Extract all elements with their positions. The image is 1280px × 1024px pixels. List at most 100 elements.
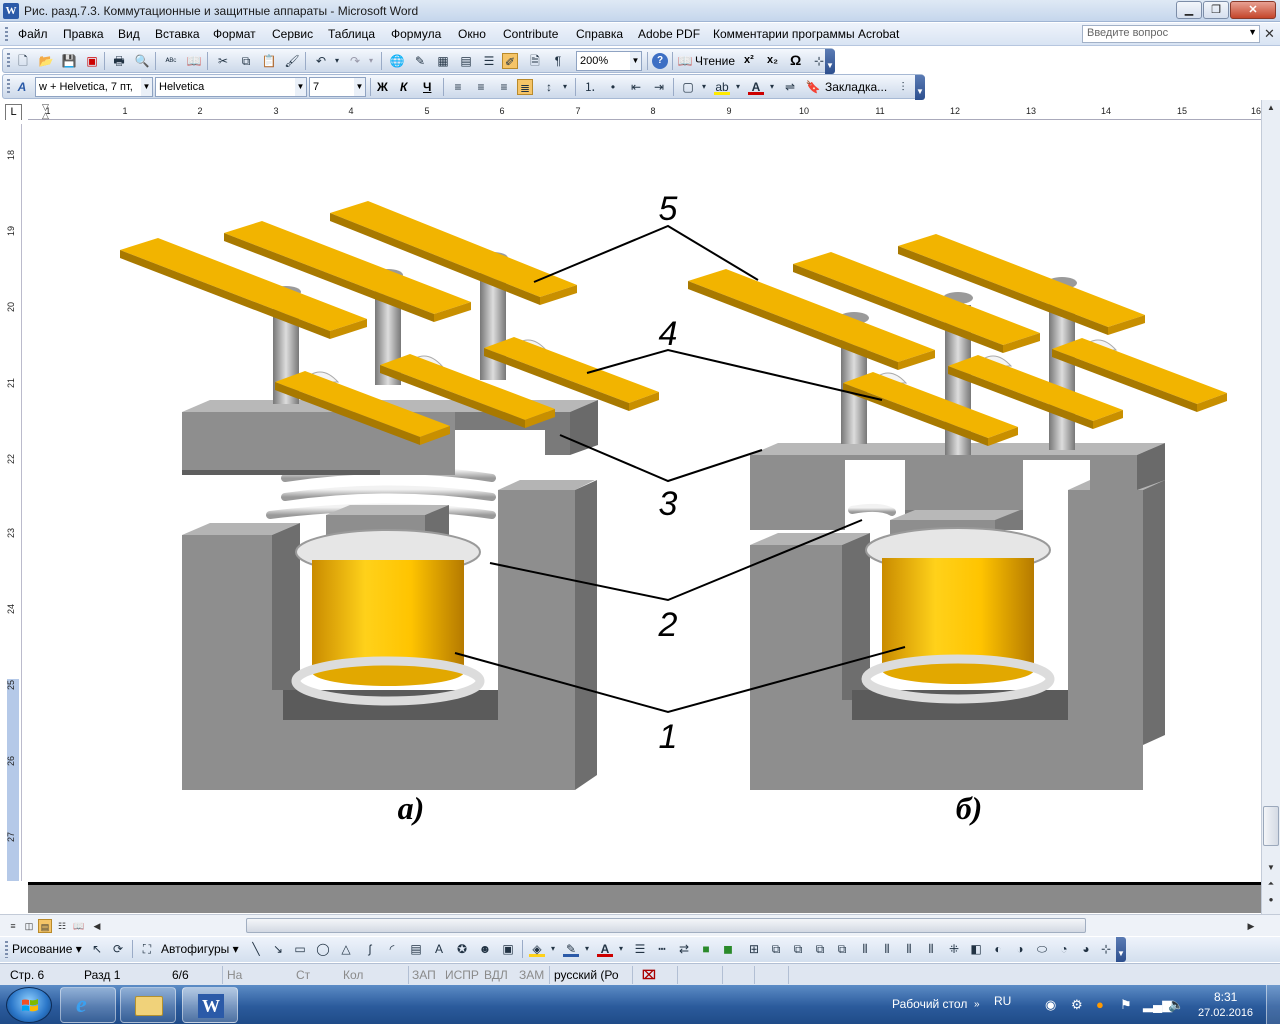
reading-layout-icon[interactable]: 📖 (72, 919, 86, 933)
status-page[interactable]: Стр. 6 (10, 968, 44, 982)
status-trk[interactable]: ИСПР (445, 968, 479, 982)
reading-label[interactable]: Чтение (695, 54, 735, 68)
scroll-right-icon[interactable]: ▶ (1244, 919, 1258, 933)
format-painter-icon[interactable]: 🖌 (284, 53, 300, 69)
superscript-button[interactable]: x² (744, 54, 754, 66)
cut-icon[interactable]: ✂ (215, 53, 231, 69)
fill-color-dropdown-icon[interactable]: ▾ (545, 941, 561, 957)
show-desktop-button[interactable] (1266, 985, 1280, 1024)
menu-format[interactable]: Формат (213, 27, 256, 41)
paste-icon[interactable]: 📋 (261, 53, 277, 69)
desktop-chevron-icon[interactable]: » (974, 999, 980, 1010)
reading-icon[interactable]: 📖 (677, 53, 693, 69)
3d-icon[interactable]: ◼ (720, 941, 736, 957)
print-preview-icon[interactable]: 🔍 (134, 53, 150, 69)
arrow-style-icon[interactable]: ⇄ (676, 941, 692, 957)
draw-tool-icon-5[interactable]: ⧉ (834, 941, 850, 957)
columns-icon[interactable]: ☰ (481, 53, 497, 69)
status-col[interactable]: Кол (343, 968, 363, 982)
status-ext[interactable]: ВДЛ (484, 968, 508, 982)
insert-table-icon[interactable]: ▦ (435, 53, 451, 69)
menu-acrobat-comments[interactable]: Комментарии программы Acrobat (713, 27, 899, 41)
font-combo[interactable]: Helvetica ▼ (155, 77, 307, 97)
menu-window[interactable]: Окно (458, 27, 486, 41)
line-icon[interactable]: ╲ (248, 941, 264, 957)
nudge-icon[interactable]: ◕ (1078, 941, 1094, 957)
tray-icon-1[interactable]: ◉ (1045, 997, 1056, 1013)
taskbar-ie[interactable]: e (60, 987, 116, 1023)
hyperlink-icon[interactable]: 🌐 (389, 53, 405, 69)
style-combo[interactable]: w + Helvetica, 7 пт, ▼ (35, 77, 153, 97)
align-left-icon[interactable]: ≡ (450, 79, 466, 95)
justify-icon[interactable]: ≣ (517, 79, 533, 95)
status-pages[interactable]: 6/6 (172, 968, 189, 982)
style-dropdown-icon[interactable]: ▼ (141, 78, 152, 96)
zoom-combo[interactable]: 200% ▼ (576, 51, 642, 71)
insert-excel-icon[interactable]: ▤ (458, 53, 474, 69)
order-icon[interactable]: ◧ (968, 941, 984, 957)
toolbar-extra-icon[interactable]: ⫶ (895, 79, 911, 95)
vertical-ruler[interactable]: 18 19 20 21 22 23 24 25 26 27 (5, 124, 22, 881)
underline-button[interactable]: Ч (423, 80, 431, 94)
start-button[interactable] (6, 987, 52, 1023)
line-spacing-dropdown-icon[interactable]: ▾ (557, 79, 573, 95)
clipart-icon[interactable]: ☻ (477, 941, 493, 957)
rotate-icon[interactable]: ⟳ (110, 941, 126, 957)
align-icon-1[interactable]: ⫴ (857, 941, 873, 957)
line-spacing-icon[interactable]: ↕ (541, 79, 557, 95)
wordart-icon[interactable]: A (431, 941, 447, 957)
regroup-icon[interactable]: ◔ (1056, 941, 1072, 957)
oval-icon[interactable]: ◯ (315, 941, 331, 957)
vertical-scrollbar[interactable]: ▲ ▼ ⏶ ● (1261, 100, 1280, 915)
autoshapes-menu[interactable]: Автофигуры ▾ (161, 942, 239, 956)
bullets-icon[interactable]: • (605, 79, 621, 95)
horizontal-scroll-thumb[interactable] (246, 918, 1086, 933)
align-icon-3[interactable]: ⫴ (901, 941, 917, 957)
highlight-icon[interactable]: ab (714, 79, 730, 95)
toolbar-options-chevron-icon[interactable]: ▼ (915, 75, 925, 100)
fill-color-icon[interactable]: ◈ (529, 941, 545, 957)
save-icon[interactable]: 💾 (61, 53, 77, 69)
font-color-draw-dropdown-icon[interactable]: ▾ (613, 941, 629, 957)
redo-dropdown-icon[interactable]: ▾ (363, 53, 379, 69)
toolbar-grip[interactable] (5, 941, 8, 958)
open-icon[interactable]: 📂 (38, 53, 54, 69)
help-icon[interactable]: ? (652, 53, 668, 69)
ask-question-input[interactable]: Введите вопрос ▼ (1082, 25, 1260, 43)
highlight-dropdown-icon[interactable]: ▾ (730, 79, 746, 95)
desktop-toolbar-label[interactable]: Рабочий стол (892, 997, 967, 1011)
undo-dropdown-icon[interactable]: ▾ (329, 53, 345, 69)
canvas-icon[interactable]: ⛶ (139, 941, 155, 957)
menu-edit[interactable]: Правка (63, 27, 104, 41)
arrow-icon[interactable]: ↘ (270, 941, 286, 957)
tables-borders-icon[interactable]: ✎ (412, 53, 428, 69)
status-line[interactable]: Ст (296, 968, 310, 982)
line-color-dropdown-icon[interactable]: ▾ (579, 941, 595, 957)
draw-tool-icon-2[interactable]: ⧉ (768, 941, 784, 957)
ask-dropdown-icon[interactable]: ▼ (1248, 27, 1257, 37)
distribute-icon[interactable]: ⁜ (946, 941, 962, 957)
font-color-icon[interactable]: A (748, 79, 764, 95)
action-center-flag-icon[interactable]: ⚑ (1120, 997, 1132, 1013)
research-icon[interactable]: 📖 (186, 53, 202, 69)
decrease-indent-icon[interactable]: ⇤ (628, 79, 644, 95)
subscript-button[interactable]: x₂ (767, 54, 778, 66)
taskbar-explorer[interactable] (120, 987, 176, 1023)
status-language[interactable]: русский (Ро (554, 968, 619, 982)
toolbar-options-chevron-icon[interactable]: ▼ (825, 49, 835, 74)
print-icon[interactable]: 🖶 (111, 53, 127, 69)
redo-icon[interactable]: ↷ (347, 53, 363, 69)
close-document-icon[interactable]: ✕ (1264, 26, 1275, 42)
draw-tool-icon-3[interactable]: ⧉ (790, 941, 806, 957)
toolbar-grip[interactable] (7, 79, 10, 95)
horizontal-ruler[interactable]: 1 1 2 3 4 5 6 7 8 9 10 11 12 13 14 15 16… (28, 103, 1261, 120)
previous-page-icon[interactable]: ⏶ (1263, 876, 1279, 892)
font-size-combo[interactable]: 7 ▼ (309, 77, 366, 97)
vertical-scroll-thumb[interactable] (1263, 806, 1279, 846)
menu-formula[interactable]: Формула (391, 27, 441, 41)
align-right-icon[interactable]: ≡ (496, 79, 512, 95)
spelling-icon[interactable]: ᴬᴮᶜ (163, 53, 179, 69)
menu-insert[interactable]: Вставка (155, 27, 200, 41)
toolbar-options-chevron-icon[interactable]: ▼ (1116, 937, 1126, 962)
numbering-icon[interactable]: ⒈ (582, 79, 598, 95)
